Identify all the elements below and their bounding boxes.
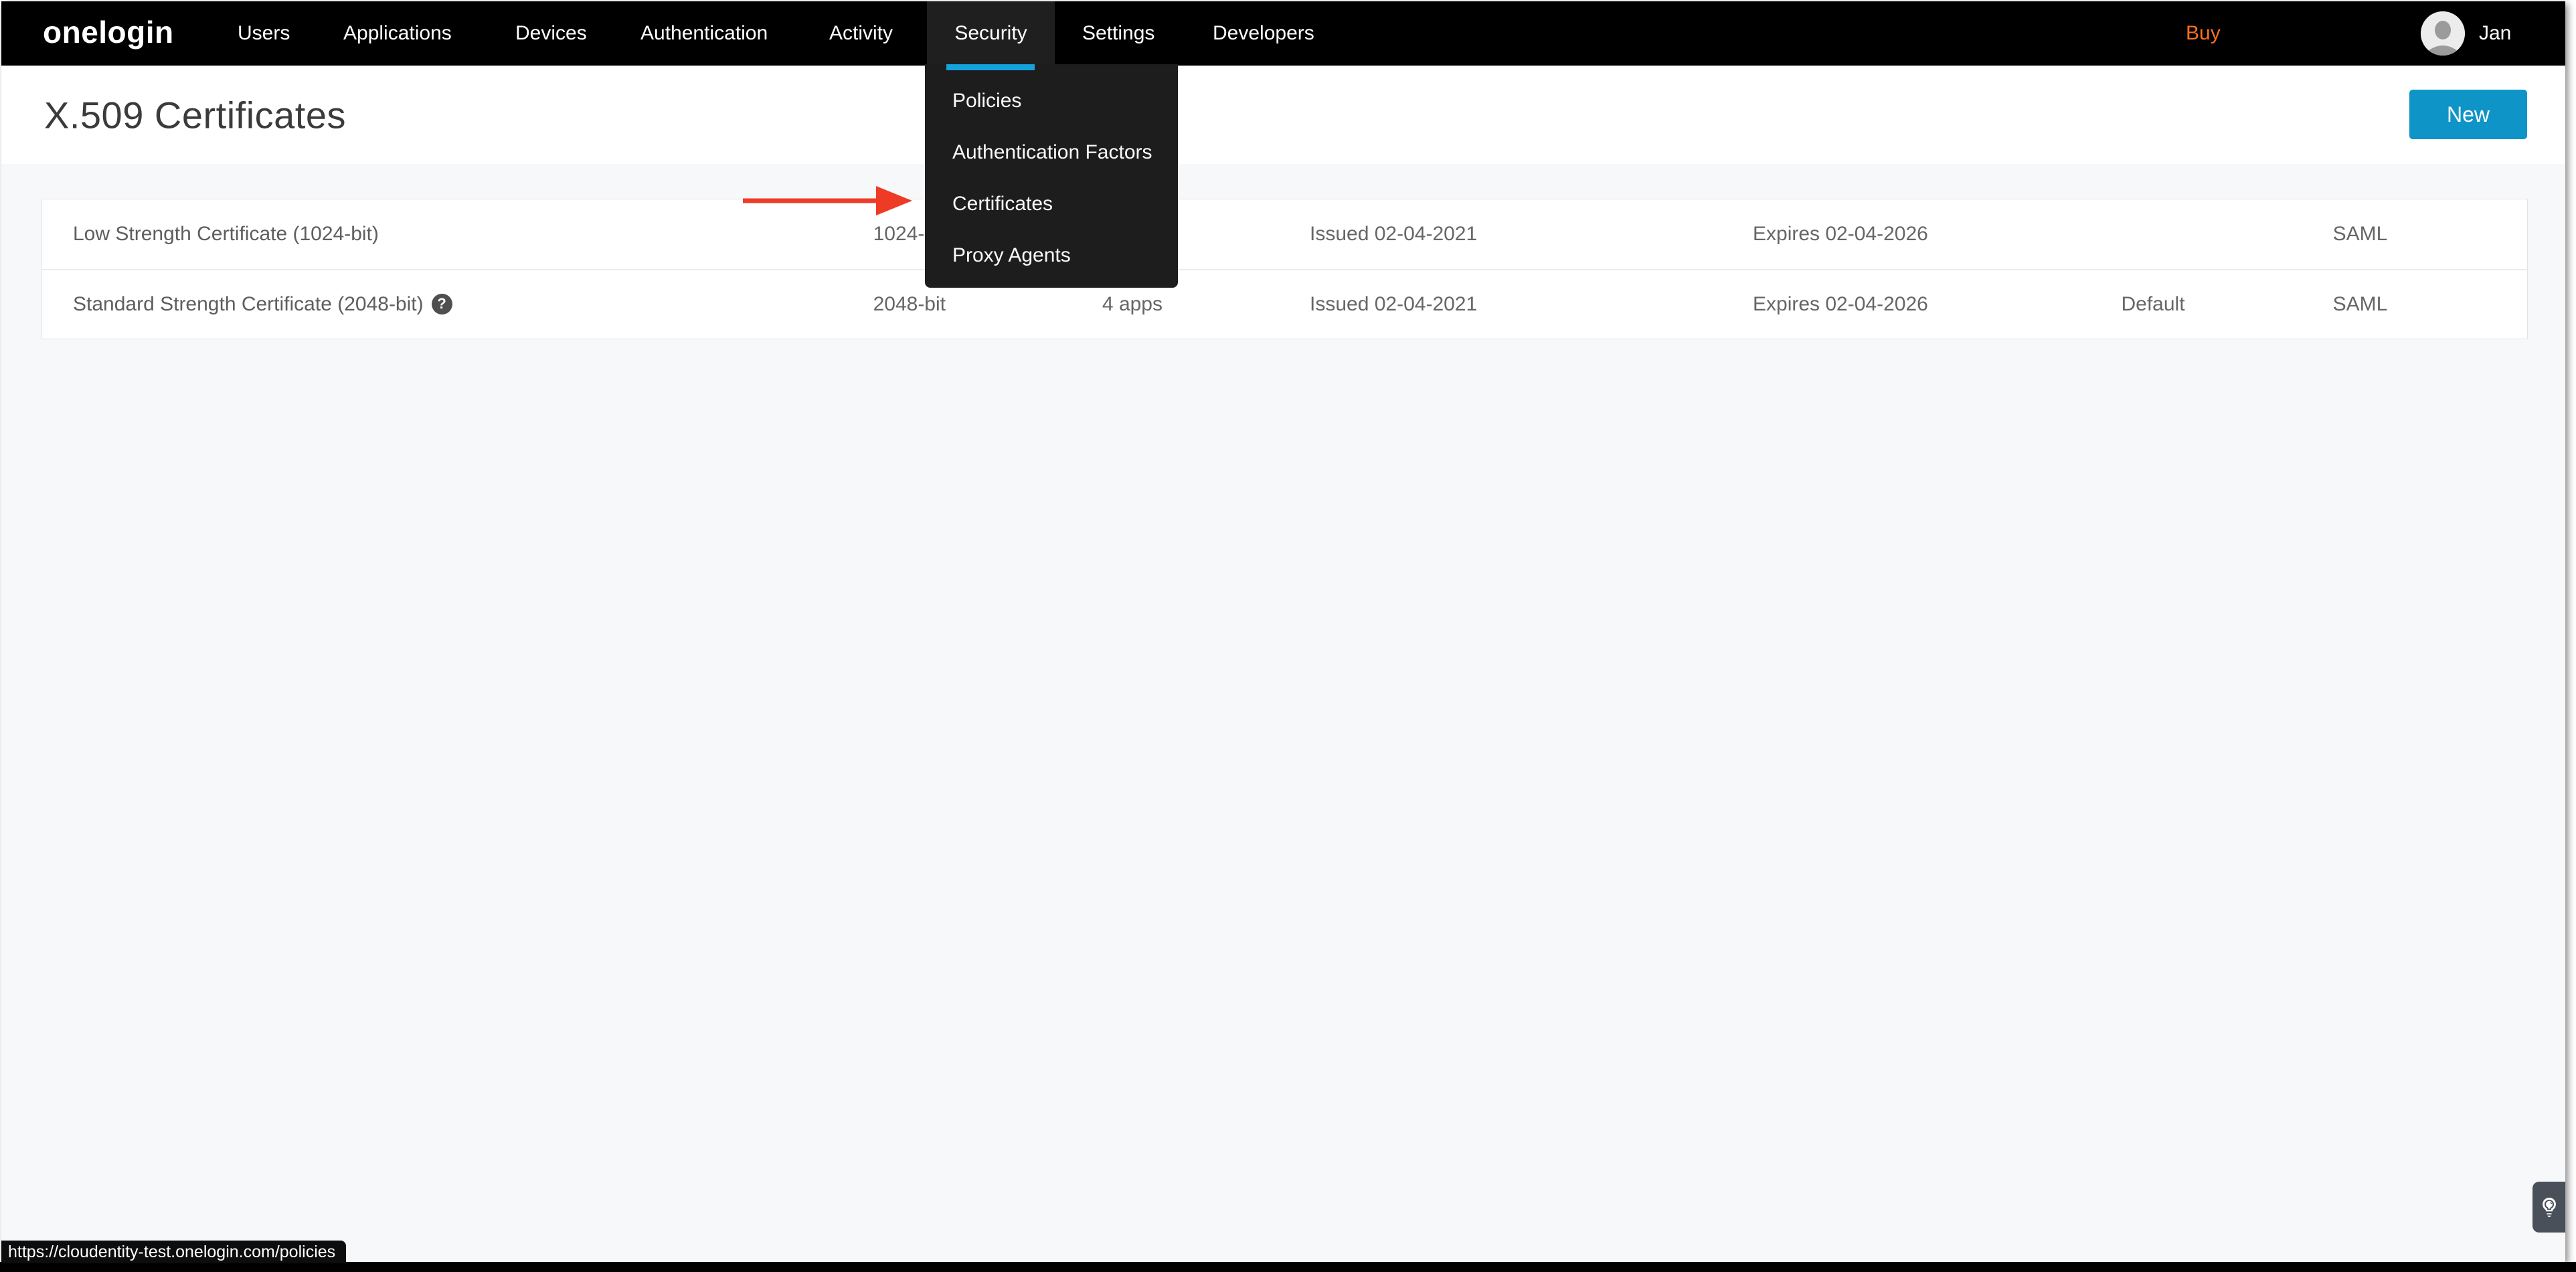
table-row-standard-strength[interactable]: Standard Strength Certificate (2048-bit)… — [42, 269, 2527, 339]
certificate-apps: 4 apps — [1102, 293, 1163, 315]
certificate-issued: Issued 02-04-2021 — [1310, 293, 1478, 315]
nav-item-devices[interactable]: Devices — [515, 1, 587, 66]
menu-item-policies[interactable]: Policies — [925, 75, 1178, 126]
nav-item-settings[interactable]: Settings — [1082, 1, 1154, 66]
active-tab-indicator — [946, 64, 1035, 70]
certificate-key-size: 2048-bit — [873, 293, 946, 315]
nav-item-security-label: Security — [954, 22, 1027, 44]
nav-item-developers[interactable]: Developers — [1213, 1, 1314, 66]
certificate-name: Standard Strength Certificate (2048-bit)… — [42, 293, 752, 316]
menu-item-authentication-factors[interactable]: Authentication Factors — [925, 126, 1178, 178]
top-nav: onelogin Users Applications Devices Auth… — [1, 1, 2565, 70]
nav-item-applications[interactable]: Applications — [343, 1, 452, 66]
page-title: X.509 Certificates — [44, 94, 346, 137]
nav-item-users[interactable]: Users — [238, 1, 290, 66]
user-name[interactable]: Jan — [2479, 1, 2511, 66]
certificate-key-size: 1024-bit — [873, 223, 946, 245]
certificates-table: Low Strength Certificate (1024-bit) 1024… — [41, 199, 2528, 339]
nav-item-authentication[interactable]: Authentication — [640, 1, 768, 66]
new-certificate-button[interactable]: New — [2409, 90, 2527, 139]
menu-item-certificates[interactable]: Certificates — [925, 178, 1178, 230]
nav-item-security[interactable]: Security — [927, 1, 1055, 66]
certificate-type: SAML — [2332, 223, 2388, 245]
buy-link[interactable]: Buy — [2186, 1, 2221, 66]
certificate-name: Low Strength Certificate (1024-bit) — [73, 223, 379, 245]
table-row-low-strength[interactable]: Low Strength Certificate (1024-bit) 1024… — [42, 199, 2527, 269]
page-content: Low Strength Certificate (1024-bit) 1024… — [1, 165, 2565, 1262]
feedback-tab[interactable] — [2532, 1182, 2565, 1233]
certificate-default-badge: Default — [2121, 293, 2185, 315]
browser-screenshot: onelogin Users Applications Devices Auth… — [0, 0, 2576, 1272]
status-bar-url: https://cloudentity-test.onelogin.com/po… — [1, 1241, 347, 1263]
user-avatar[interactable] — [2421, 11, 2465, 56]
certificate-expires: Expires 02-04-2026 — [1753, 293, 1928, 315]
onelogin-logo[interactable]: onelogin — [43, 1, 174, 66]
security-dropdown-menu: Policies Authentication Factors Certific… — [925, 64, 1178, 288]
help-icon[interactable]: ? — [431, 293, 452, 314]
person-icon — [2421, 11, 2465, 56]
certificate-type: SAML — [2332, 293, 2388, 315]
certificate-issued: Issued 02-04-2021 — [1310, 223, 1478, 245]
page-header: X.509 Certificates New — [1, 66, 2565, 165]
window-bottom-edge — [0, 1262, 2576, 1272]
menu-item-proxy-agents[interactable]: Proxy Agents — [925, 230, 1178, 281]
nav-item-activity[interactable]: Activity — [829, 1, 893, 66]
certificate-expires: Expires 02-04-2026 — [1753, 223, 1928, 245]
lightbulb-icon — [2542, 1197, 2556, 1217]
app-window: onelogin Users Applications Devices Auth… — [1, 1, 2565, 1262]
